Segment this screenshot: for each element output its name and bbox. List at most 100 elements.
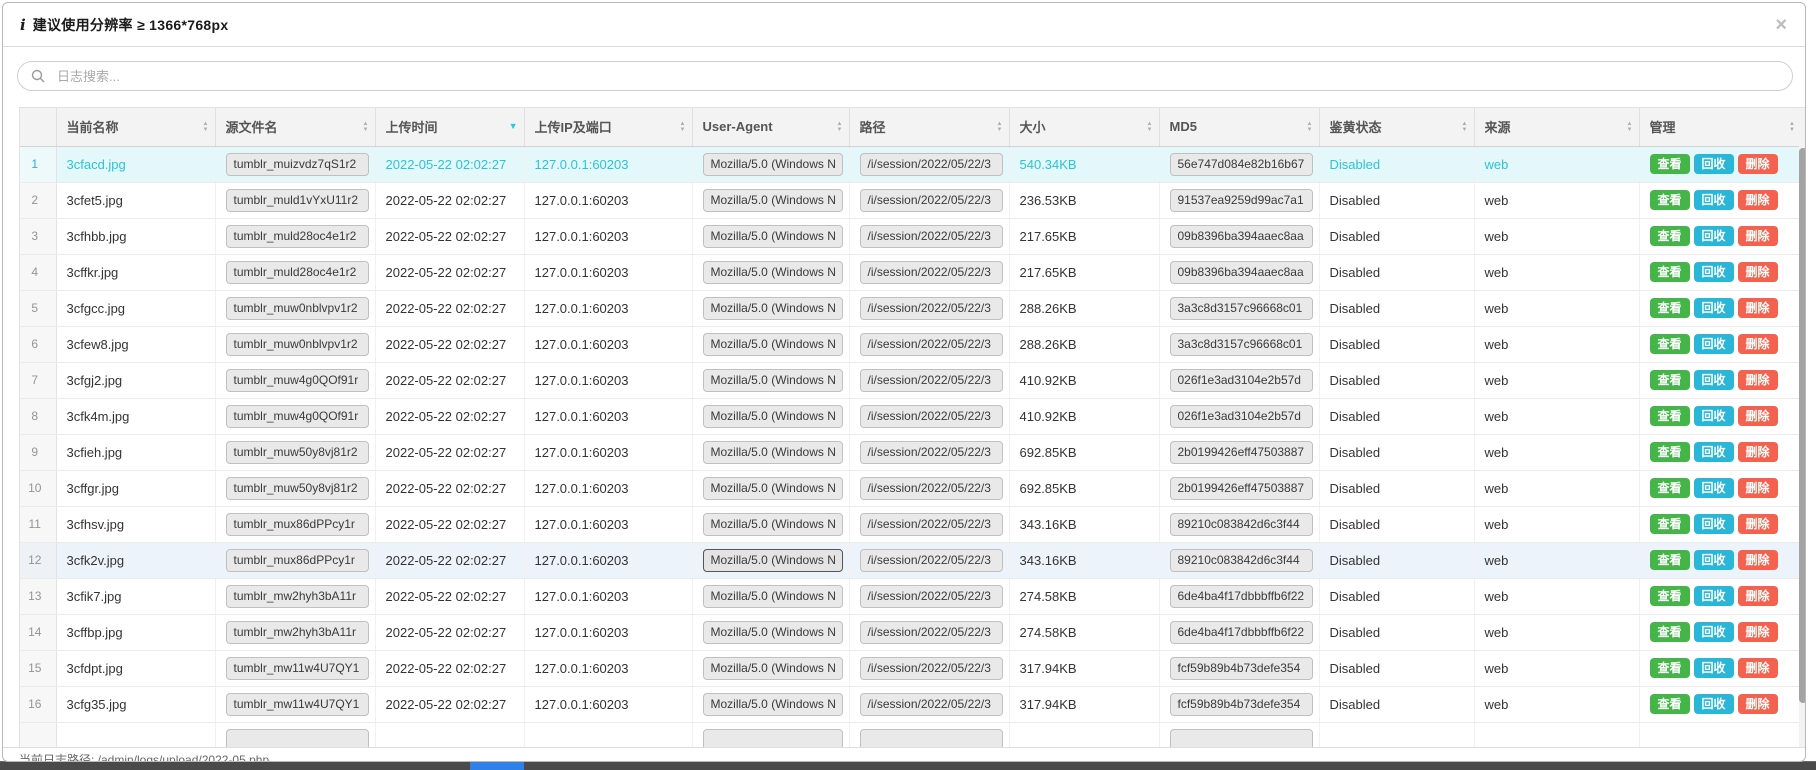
col-header-md5[interactable]: MD5▲▼ — [1159, 108, 1319, 146]
delete-button[interactable]: 删除 — [1738, 442, 1778, 462]
value-box[interactable]: /i/session/2022/05/22/3 — [860, 153, 1003, 176]
value-box[interactable]: /i/session/2022/05/22/3 — [860, 513, 1003, 536]
delete-button[interactable]: 删除 — [1738, 586, 1778, 606]
table-row[interactable]: 113cfhsv.jpgtumblr_mux86dPPcy1r2022-05-2… — [20, 506, 1801, 542]
delete-button[interactable]: 删除 — [1738, 370, 1778, 390]
table-row[interactable]: 23cfet5.jpgtumblr_muld1vYxU11r22022-05-2… — [20, 182, 1801, 218]
col-header-status[interactable]: 鉴黄状态▲▼ — [1319, 108, 1474, 146]
recycle-button[interactable]: 回收 — [1694, 658, 1734, 678]
value-box[interactable]: tumblr_muld28oc4e1r2 — [226, 261, 369, 284]
value-box[interactable]: tumblr_mw11w4U7QY1 — [226, 693, 369, 716]
value-box-focused[interactable]: Mozilla/5.0 (Windows N — [703, 549, 843, 572]
table-row[interactable]: 43cffkr.jpgtumblr_muld28oc4e1r22022-05-2… — [20, 254, 1801, 290]
value-box[interactable]: tumblr_mux86dPPcy1r — [226, 513, 369, 536]
view-button[interactable]: 查看 — [1650, 190, 1690, 210]
value-box[interactable]: 3a3c8d3157c96668c01 — [1170, 297, 1313, 320]
delete-button[interactable]: 删除 — [1738, 226, 1778, 246]
recycle-button[interactable]: 回收 — [1694, 298, 1734, 318]
recycle-button[interactable]: 回收 — [1694, 694, 1734, 714]
value-box[interactable]: 026f1e3ad3104e2b57d — [1170, 369, 1313, 392]
col-header-source[interactable]: 来源▲▼ — [1474, 108, 1639, 146]
col-header-size[interactable]: 大小▲▼ — [1009, 108, 1159, 146]
value-box[interactable]: tumblr_mw11w4U7QY1 — [226, 657, 369, 680]
value-box[interactable] — [703, 729, 843, 748]
value-box[interactable]: 56e747d084e82b16b67 — [1170, 153, 1313, 176]
vertical-scrollbar[interactable] — [1799, 108, 1806, 747]
table-row[interactable]: 143cffbp.jpgtumblr_mw2hyh3bA11r2022-05-2… — [20, 614, 1801, 650]
value-box[interactable]: tumblr_mw2hyh3bA11r — [226, 585, 369, 608]
view-button[interactable]: 查看 — [1650, 442, 1690, 462]
col-header-manage[interactable]: 管理▲▼ — [1639, 108, 1801, 146]
recycle-button[interactable]: 回收 — [1694, 442, 1734, 462]
view-button[interactable]: 查看 — [1650, 154, 1690, 174]
delete-button[interactable]: 删除 — [1738, 694, 1778, 714]
value-box[interactable]: Mozilla/5.0 (Windows N — [703, 225, 843, 248]
value-box[interactable]: 6de4ba4f17dbbbffb6f22 — [1170, 585, 1313, 608]
value-box[interactable]: Mozilla/5.0 (Windows N — [703, 621, 843, 644]
table-row[interactable]: 103cffgr.jpgtumblr_muw50y8vj81r22022-05-… — [20, 470, 1801, 506]
value-box[interactable]: tumblr_mw2hyh3bA11r — [226, 621, 369, 644]
value-box[interactable]: Mozilla/5.0 (Windows N — [703, 297, 843, 320]
value-box[interactable]: 2b0199426eff47503887 — [1170, 441, 1313, 464]
value-box[interactable]: 026f1e3ad3104e2b57d — [1170, 405, 1313, 428]
value-box[interactable]: /i/session/2022/05/22/3 — [860, 405, 1003, 428]
delete-button[interactable]: 删除 — [1738, 478, 1778, 498]
value-box[interactable]: 2b0199426eff47503887 — [1170, 477, 1313, 500]
value-box[interactable]: /i/session/2022/05/22/3 — [860, 297, 1003, 320]
view-button[interactable]: 查看 — [1650, 550, 1690, 570]
value-box[interactable]: /i/session/2022/05/22/3 — [860, 369, 1003, 392]
value-box[interactable]: 09b8396ba394aaec8aa — [1170, 261, 1313, 284]
delete-button[interactable]: 删除 — [1738, 406, 1778, 426]
table-row[interactable]: 63cfew8.jpgtumblr_muw0nblvpv1r22022-05-2… — [20, 326, 1801, 362]
recycle-button[interactable]: 回收 — [1694, 262, 1734, 282]
value-box[interactable]: tumblr_mux86dPPcy1r — [226, 549, 369, 572]
view-button[interactable]: 查看 — [1650, 586, 1690, 606]
view-button[interactable]: 查看 — [1650, 370, 1690, 390]
close-icon[interactable]: × — [1775, 15, 1787, 35]
value-box[interactable]: Mozilla/5.0 (Windows N — [703, 657, 843, 680]
value-box[interactable]: /i/session/2022/05/22/3 — [860, 225, 1003, 248]
table-row[interactable]: 133cfik7.jpgtumblr_mw2hyh3bA11r2022-05-2… — [20, 578, 1801, 614]
table-row[interactable]: 13cfacd.jpgtumblr_muizvdz7qS1r22022-05-2… — [20, 146, 1801, 182]
value-box[interactable]: Mozilla/5.0 (Windows N — [703, 405, 843, 428]
col-header-src[interactable]: 源文件名▲▼ — [215, 108, 375, 146]
value-box[interactable]: tumblr_muw4g0QOf91r — [226, 405, 369, 428]
value-box[interactable]: tumblr_muld1vYxU11r2 — [226, 189, 369, 212]
view-button[interactable]: 查看 — [1650, 622, 1690, 642]
value-box[interactable]: /i/session/2022/05/22/3 — [860, 693, 1003, 716]
recycle-button[interactable]: 回收 — [1694, 334, 1734, 354]
value-box[interactable]: /i/session/2022/05/22/3 — [860, 333, 1003, 356]
delete-button[interactable]: 删除 — [1738, 190, 1778, 210]
delete-button[interactable]: 删除 — [1738, 550, 1778, 570]
value-box[interactable]: /i/session/2022/05/22/3 — [860, 621, 1003, 644]
table-row[interactable]: 153cfdpt.jpgtumblr_mw11w4U7QY12022-05-22… — [20, 650, 1801, 686]
delete-button[interactable]: 删除 — [1738, 622, 1778, 642]
value-box[interactable]: fcf59b89b4b73defe354 — [1170, 657, 1313, 680]
delete-button[interactable]: 删除 — [1738, 658, 1778, 678]
value-box[interactable]: 6de4ba4f17dbbbffb6f22 — [1170, 621, 1313, 644]
view-button[interactable]: 查看 — [1650, 334, 1690, 354]
value-box[interactable] — [860, 729, 1003, 748]
recycle-button[interactable]: 回收 — [1694, 226, 1734, 246]
value-box[interactable]: /i/session/2022/05/22/3 — [860, 657, 1003, 680]
recycle-button[interactable]: 回收 — [1694, 622, 1734, 642]
log-search-bar[interactable] — [17, 61, 1793, 91]
table-row[interactable]: 163cfg35.jpgtumblr_mw11w4U7QY12022-05-22… — [20, 686, 1801, 722]
value-box[interactable]: Mozilla/5.0 (Windows N — [703, 261, 843, 284]
value-box[interactable]: 89210c083842d6c3f44 — [1170, 513, 1313, 536]
recycle-button[interactable]: 回收 — [1694, 154, 1734, 174]
table-row[interactable]: 33cfhbb.jpgtumblr_muld28oc4e1r22022-05-2… — [20, 218, 1801, 254]
value-box[interactable]: Mozilla/5.0 (Windows N — [703, 477, 843, 500]
view-button[interactable]: 查看 — [1650, 694, 1690, 714]
delete-button[interactable]: 删除 — [1738, 298, 1778, 318]
value-box[interactable]: Mozilla/5.0 (Windows N — [703, 513, 843, 536]
value-box[interactable]: 89210c083842d6c3f44 — [1170, 549, 1313, 572]
table-row[interactable] — [20, 722, 1801, 747]
search-input[interactable] — [55, 68, 1780, 85]
table-row[interactable]: 83cfk4m.jpgtumblr_muw4g0QOf91r2022-05-22… — [20, 398, 1801, 434]
value-box[interactable] — [226, 729, 369, 748]
value-box[interactable]: tumblr_muizvdz7qS1r2 — [226, 153, 369, 176]
value-box[interactable]: /i/session/2022/05/22/3 — [860, 189, 1003, 212]
value-box[interactable]: 91537ea9259d99ac7a1 — [1170, 189, 1313, 212]
delete-button[interactable]: 删除 — [1738, 514, 1778, 534]
